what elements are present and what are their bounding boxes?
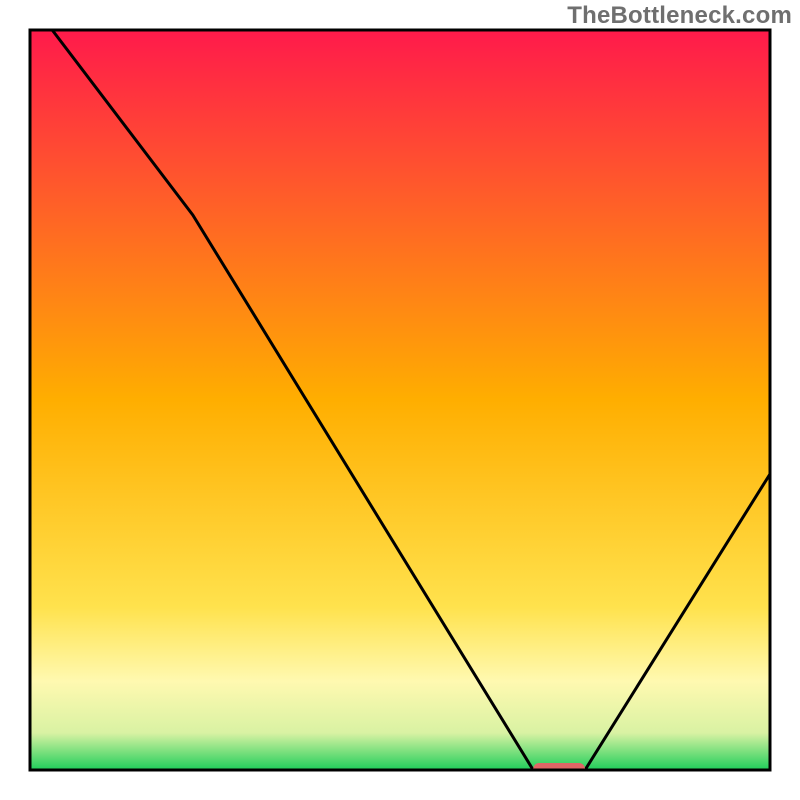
watermark-text: TheBottleneck.com xyxy=(567,2,792,30)
gradient-background xyxy=(30,30,770,770)
chart-svg xyxy=(0,0,800,800)
bottleneck-chart: TheBottleneck.com xyxy=(0,0,800,800)
